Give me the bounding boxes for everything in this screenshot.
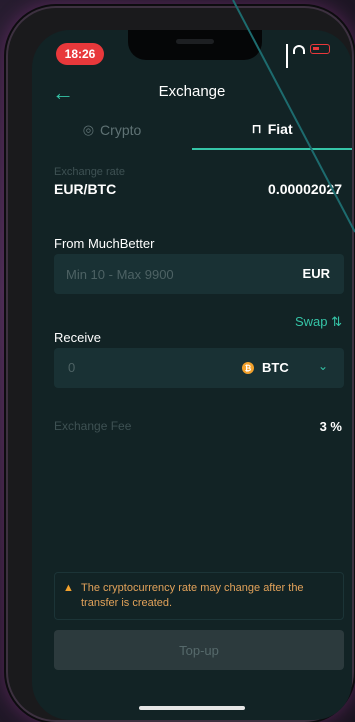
status-icons	[286, 44, 330, 68]
warning-box: ▲ The cryptocurrency rate may change aft…	[54, 572, 344, 620]
swap-label: Swap	[294, 314, 328, 329]
header: ← Exchange	[32, 78, 352, 108]
tab-crypto-label: Crypto	[100, 122, 142, 138]
home-indicator[interactable]	[139, 706, 245, 710]
from-currency: EUR	[302, 266, 330, 281]
fiat-icon: ⊓	[251, 121, 262, 136]
chevron-down-icon[interactable]: ⌄	[318, 359, 328, 373]
crypto-icon: ◎	[82, 122, 95, 137]
from-label: From MuchBetter	[54, 236, 155, 251]
exchange-rate-label: Exchange rate	[54, 166, 125, 178]
tab-bar: ◎ Crypto ⊓ Fiat	[32, 110, 352, 150]
receive-currency: BTC	[262, 360, 289, 375]
from-amount-input[interactable]	[66, 254, 266, 294]
from-amount-field[interactable]: EUR	[54, 254, 344, 294]
speaker	[176, 39, 214, 44]
bitcoin-icon: ₿	[242, 362, 254, 374]
notch	[128, 30, 262, 60]
phone-frame: 18:26 ← Exchange ◎ Crypto ⊓ Fiat Exchang…	[8, 8, 352, 720]
receive-label: Receive	[54, 330, 101, 345]
receive-amount: 0	[68, 360, 76, 375]
warning-icon: ▲	[63, 582, 74, 594]
tab-fiat-label: Fiat	[267, 121, 293, 137]
tab-fiat[interactable]: ⊓ Fiat	[192, 110, 352, 150]
exchange-rate-pair: EUR/BTC	[54, 181, 117, 197]
fee-label: Exchange Fee	[54, 419, 132, 433]
fee-value: 3 %	[319, 419, 342, 434]
app-screen: 18:26 ← Exchange ◎ Crypto ⊓ Fiat Exchang…	[32, 30, 352, 720]
tab-crypto[interactable]: ◎ Crypto	[32, 110, 192, 150]
swap-button[interactable]: Swap ⇅	[295, 314, 342, 330]
status-time: 18:26	[56, 43, 104, 65]
swap-arrows-icon: ⇅	[331, 314, 342, 329]
receive-field[interactable]: 0 ₿ BTC ⌄	[54, 348, 344, 388]
page-title: Exchange	[158, 83, 226, 100]
exchange-rate-value: 0.00002027	[268, 181, 342, 197]
battery-icon	[310, 44, 330, 54]
warning-text: The cryptocurrency rate may change after…	[81, 582, 304, 609]
wifi-icon	[293, 44, 305, 54]
top-up-button[interactable]: Top-up	[54, 630, 344, 670]
signal-icon	[286, 44, 288, 68]
